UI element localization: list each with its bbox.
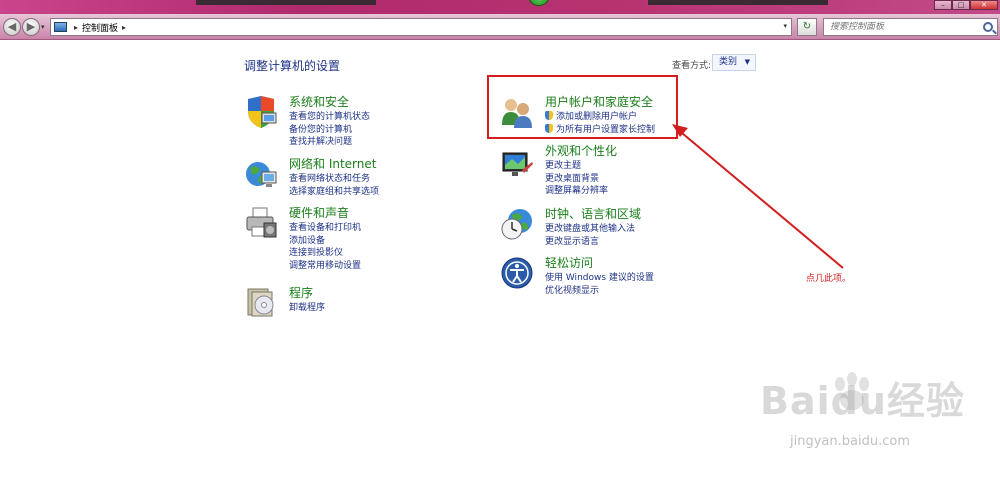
annotation-text: 点几此项。 (806, 274, 852, 284)
watermark-url: jingyan.baidu.com (790, 434, 910, 449)
watermark-logo: Baidu经验 (760, 379, 965, 423)
